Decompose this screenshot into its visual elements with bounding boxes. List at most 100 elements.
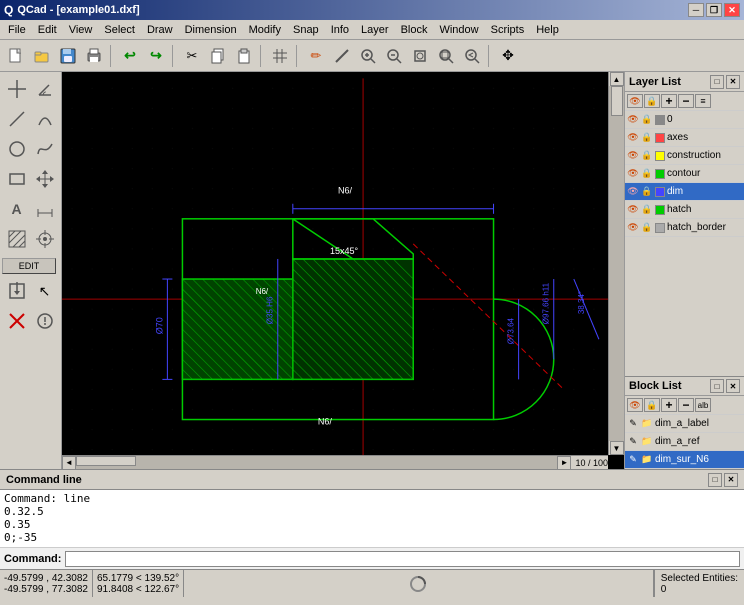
scroll-right-button[interactable]: ►: [557, 456, 571, 470]
menu-item-view[interactable]: View: [63, 22, 99, 38]
menu-item-modify[interactable]: Modify: [243, 22, 287, 38]
menu-item-info[interactable]: Info: [325, 22, 355, 38]
layer-row-construction[interactable]: 👁 🔒 construction: [625, 147, 744, 165]
line-button[interactable]: [330, 44, 354, 68]
block-float-button[interactable]: □: [710, 379, 724, 393]
layer-name[interactable]: contour: [667, 168, 742, 179]
block-close-button[interactable]: ✕: [726, 379, 740, 393]
rect-button[interactable]: [4, 166, 30, 192]
snap-button[interactable]: [32, 226, 58, 252]
layer-vis-icon[interactable]: 👁: [627, 132, 639, 144]
block-name[interactable]: dim_sur_N6: [655, 454, 709, 465]
grid-button[interactable]: [268, 44, 292, 68]
horizontal-scrollbar[interactable]: ◄ ► 10 / 100: [62, 455, 608, 469]
insert-button[interactable]: [4, 278, 30, 304]
vertical-scrollbar[interactable]: ▲ ▼: [608, 72, 624, 455]
pencil-button[interactable]: ✏: [304, 44, 328, 68]
canvas-area[interactable]: Ø70 Ø35 H6 Ø73.64 Ø97.66 h11 38.34° 15x4…: [62, 72, 624, 469]
scroll-up-button[interactable]: ▲: [610, 72, 624, 86]
layer-add-button[interactable]: +: [661, 94, 677, 108]
menu-item-dimension[interactable]: Dimension: [179, 22, 243, 38]
block-row-0[interactable]: ✎ 📁 dim_a_label: [625, 415, 744, 433]
pan-button[interactable]: ✥: [496, 44, 520, 68]
layer-row-0[interactable]: 👁 🔒 0: [625, 111, 744, 129]
layer-name[interactable]: hatch_border: [667, 222, 742, 233]
layer-row-hatch-border[interactable]: 👁 🔒 hatch_border: [625, 219, 744, 237]
hatch-button[interactable]: [4, 226, 30, 252]
layer-eye-button[interactable]: 👁: [627, 94, 643, 108]
dim-button[interactable]: [32, 196, 58, 222]
move-button[interactable]: [32, 166, 58, 192]
layer-row-contour[interactable]: 👁 🔒 contour: [625, 165, 744, 183]
layer-row-axes[interactable]: 👁 🔒 axes: [625, 129, 744, 147]
text-button[interactable]: A: [4, 196, 30, 222]
layer-close-button[interactable]: ✕: [726, 75, 740, 89]
menu-item-block[interactable]: Block: [395, 22, 434, 38]
close-button[interactable]: ✕: [724, 3, 740, 17]
scroll-down-button[interactable]: ▼: [610, 441, 624, 455]
layer-row-hatch[interactable]: 👁 🔒 hatch: [625, 201, 744, 219]
zoom-prev-button[interactable]: [460, 44, 484, 68]
new-button[interactable]: [4, 44, 28, 68]
command-close-button[interactable]: ✕: [724, 473, 738, 487]
block-row-2[interactable]: ✎ 📁 dim_sur_N6: [625, 451, 744, 469]
zoom-in-button[interactable]: [356, 44, 380, 68]
block-alb-button[interactable]: alb: [695, 398, 711, 412]
copy-button[interactable]: [206, 44, 230, 68]
paste-button[interactable]: [232, 44, 256, 68]
command-input[interactable]: [65, 551, 740, 567]
zoom-window-button[interactable]: [434, 44, 458, 68]
block-remove-button[interactable]: −: [678, 398, 694, 412]
zoom-out-button[interactable]: [382, 44, 406, 68]
layer-float-button[interactable]: □: [710, 75, 724, 89]
scroll-track-h[interactable]: [76, 456, 557, 469]
menu-item-help[interactable]: Help: [530, 22, 565, 38]
angle-button[interactable]: [32, 76, 58, 102]
block-add-button[interactable]: +: [661, 398, 677, 412]
delete-button[interactable]: [4, 308, 30, 334]
properties-button[interactable]: [32, 308, 58, 334]
select-button[interactable]: ↖: [32, 278, 58, 304]
scroll-track-v[interactable]: [609, 86, 624, 441]
block-name[interactable]: dim_a_ref: [655, 436, 699, 447]
menu-item-layer[interactable]: Layer: [355, 22, 395, 38]
layer-vis-icon[interactable]: 👁: [627, 168, 639, 180]
layer-vis-icon[interactable]: 👁: [627, 150, 639, 162]
scroll-thumb-h[interactable]: [76, 456, 136, 466]
block-row-1[interactable]: ✎ 📁 dim_a_ref: [625, 433, 744, 451]
cut-button[interactable]: ✂: [180, 44, 204, 68]
undo-button[interactable]: ↩: [118, 44, 142, 68]
redo-button[interactable]: ↪: [144, 44, 168, 68]
layer-name-hatch[interactable]: hatch: [667, 204, 742, 215]
layer-vis-icon[interactable]: 👁: [627, 222, 639, 234]
minimize-button[interactable]: ─: [688, 3, 704, 17]
layer-lock-button[interactable]: 🔒: [644, 94, 660, 108]
layer-row-dim[interactable]: 👁 🔒 dim: [625, 183, 744, 201]
line-draw-button[interactable]: [4, 106, 30, 132]
layer-vis-icon[interactable]: 👁: [627, 204, 639, 216]
block-name[interactable]: dim_a_label: [655, 418, 709, 429]
layer-vis-icon[interactable]: 👁: [627, 114, 639, 126]
scroll-thumb-v[interactable]: [611, 86, 623, 116]
layer-name[interactable]: 0: [667, 114, 742, 125]
layer-remove-button[interactable]: −: [678, 94, 694, 108]
crosshair-button[interactable]: [4, 76, 30, 102]
print-button[interactable]: [82, 44, 106, 68]
scroll-left-button[interactable]: ◄: [62, 456, 76, 470]
arc-button[interactable]: [32, 106, 58, 132]
command-float-button[interactable]: □: [708, 473, 722, 487]
menu-item-scripts[interactable]: Scripts: [485, 22, 531, 38]
menu-item-edit[interactable]: Edit: [32, 22, 63, 38]
layer-name[interactable]: axes: [667, 132, 742, 143]
layer-name[interactable]: dim: [667, 186, 742, 197]
save-button[interactable]: [56, 44, 80, 68]
menu-item-snap[interactable]: Snap: [287, 22, 325, 38]
menu-item-file[interactable]: File: [2, 22, 32, 38]
restore-button[interactable]: ❐: [706, 3, 722, 17]
block-eye-button[interactable]: 👁: [627, 398, 643, 412]
menu-item-draw[interactable]: Draw: [141, 22, 179, 38]
layer-name[interactable]: construction: [667, 150, 742, 161]
zoom-extent-button[interactable]: [408, 44, 432, 68]
menu-item-select[interactable]: Select: [98, 22, 141, 38]
open-button[interactable]: [30, 44, 54, 68]
